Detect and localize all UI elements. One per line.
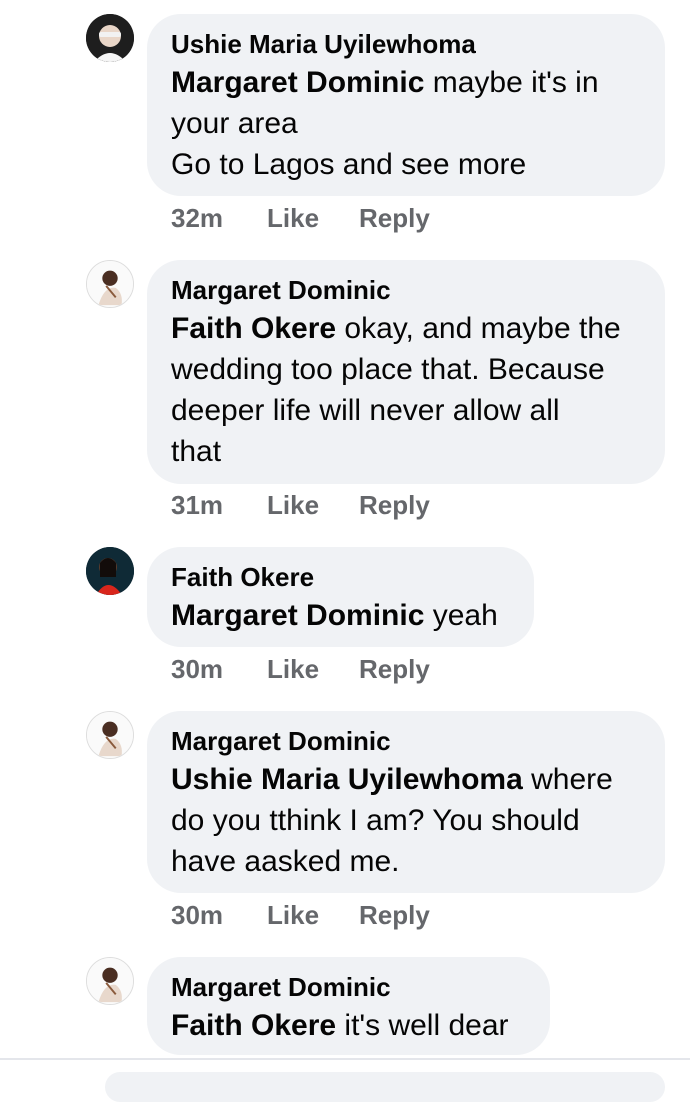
profile-photo-icon xyxy=(87,712,133,758)
mention-link[interactable]: Margaret Dominic xyxy=(171,66,424,99)
comment-bubble: Margaret Dominic Faith Okere okay, and m… xyxy=(147,260,665,484)
comment-timestamp[interactable]: 30m xyxy=(171,900,223,931)
comment-text: Ushie Maria Uyilewhoma where do you tthin… xyxy=(171,763,613,878)
avatar[interactable] xyxy=(86,260,134,308)
reply-button[interactable]: Reply xyxy=(359,654,430,685)
like-button[interactable]: Like xyxy=(267,900,319,931)
comment-author[interactable]: Ushie Maria Uyilewhoma xyxy=(171,28,641,60)
comment-author[interactable]: Faith Okere xyxy=(171,561,510,593)
profile-photo-icon xyxy=(86,547,134,595)
profile-photo-icon xyxy=(86,14,134,62)
comment-text: Margaret Dominic yeah xyxy=(171,599,498,632)
mention-link[interactable]: Faith Okere xyxy=(171,1009,336,1042)
mention-link[interactable]: Faith Okere xyxy=(171,312,336,345)
comment-author[interactable]: Margaret Dominic xyxy=(171,274,641,306)
profile-photo-icon xyxy=(87,261,133,307)
comment-bubble: Ushie Maria Uyilewhoma Margaret Dominic … xyxy=(147,14,665,196)
comment-text: Faith Okere it's well dear xyxy=(171,1009,509,1042)
reply-button[interactable]: Reply xyxy=(359,203,430,234)
comment-timestamp[interactable]: 31m xyxy=(171,490,223,521)
avatar[interactable] xyxy=(86,957,134,1005)
mention-link[interactable]: Ushie Maria Uyilewhoma xyxy=(171,763,523,796)
comment-text: Faith Okere okay, and maybe the wedding t… xyxy=(171,312,621,468)
avatar[interactable] xyxy=(86,547,134,595)
divider xyxy=(0,1058,690,1060)
comment-bubble: Margaret Dominic Ushie Maria Uyilewhoma … xyxy=(147,711,665,893)
reply-button[interactable]: Reply xyxy=(359,490,430,521)
like-button[interactable]: Like xyxy=(267,203,319,234)
reply-button[interactable]: Reply xyxy=(359,900,430,931)
comment-input-bar[interactable] xyxy=(105,1072,665,1102)
avatar[interactable] xyxy=(86,711,134,759)
comment-text: Margaret Dominic maybe it's in your area G… xyxy=(171,66,599,181)
comment-timestamp[interactable]: 32m xyxy=(171,203,223,234)
avatar[interactable] xyxy=(86,14,134,62)
like-button[interactable]: Like xyxy=(267,490,319,521)
profile-photo-icon xyxy=(87,958,133,1004)
mention-link[interactable]: Margaret Dominic xyxy=(171,599,424,632)
comment-author[interactable]: Margaret Dominic xyxy=(171,971,526,1003)
comment-bubble: Margaret Dominic Faith Okere it's well d… xyxy=(147,957,550,1055)
comment-timestamp[interactable]: 30m xyxy=(171,654,223,685)
like-button[interactable]: Like xyxy=(267,654,319,685)
comment-bubble: Faith Okere Margaret Dominic yeah xyxy=(147,547,534,647)
comment-author[interactable]: Margaret Dominic xyxy=(171,725,641,757)
